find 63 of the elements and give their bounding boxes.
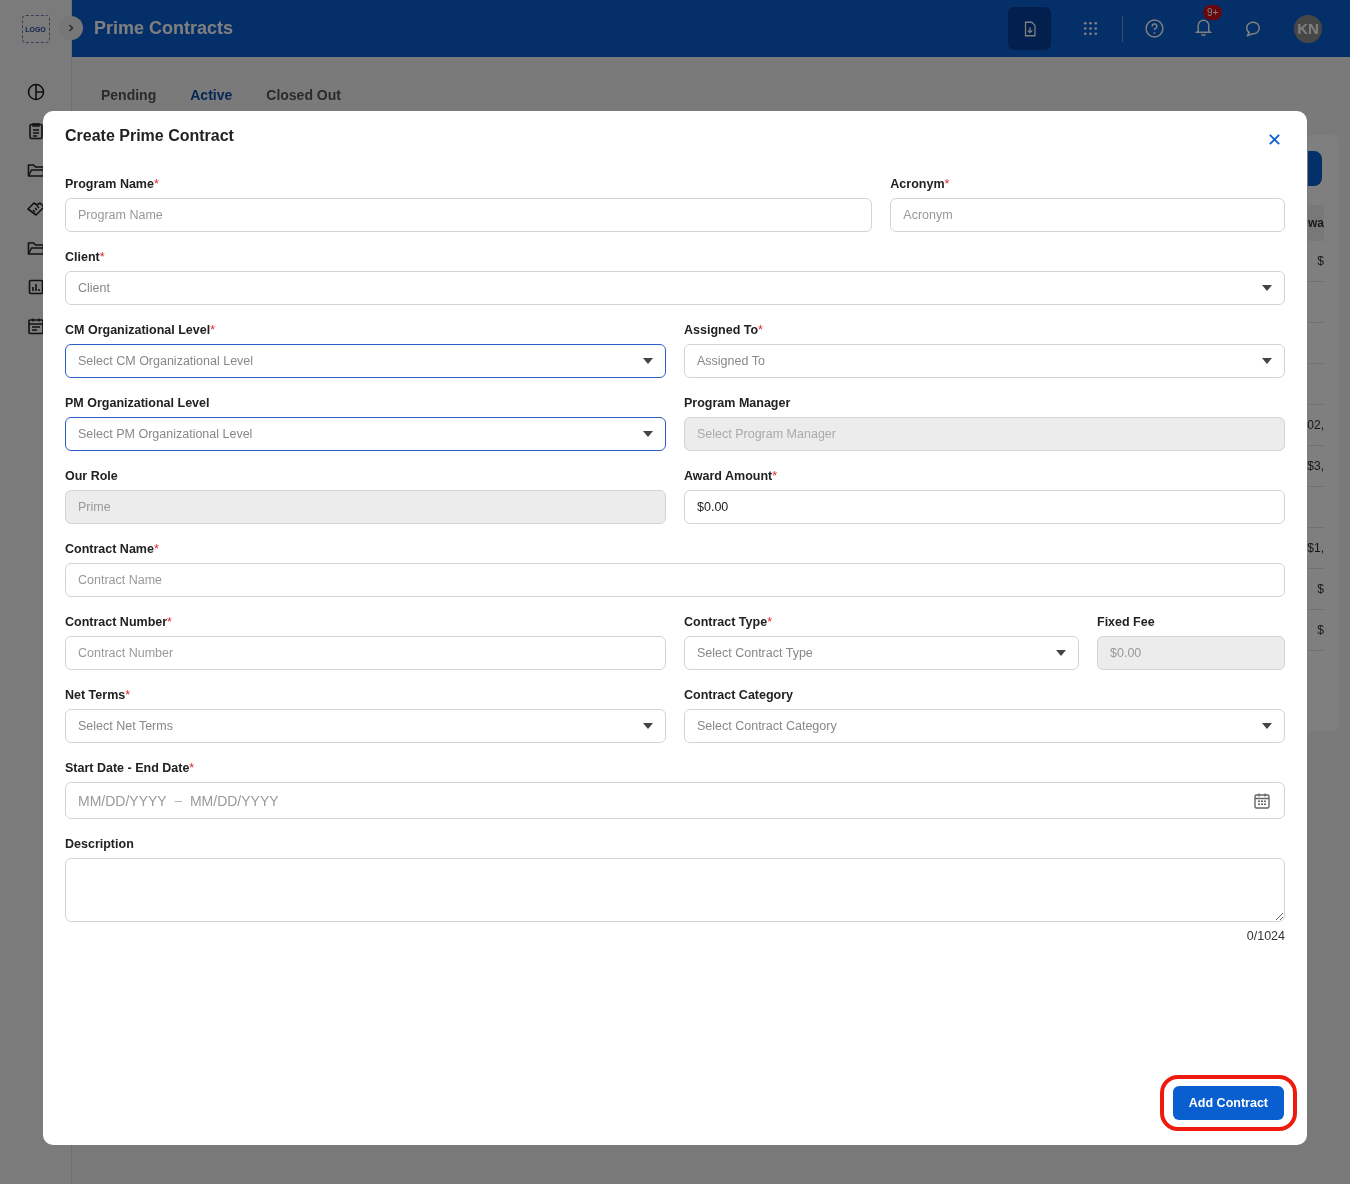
field-label: Program Manager	[684, 396, 792, 411]
table-cell: $1,	[1307, 541, 1324, 555]
input-field[interactable]: Contract Number	[65, 636, 666, 670]
table-header: wa	[1308, 205, 1324, 241]
input-field[interactable]: $0.00	[684, 490, 1285, 524]
dropdown-field[interactable]: Select PM Organizational Level	[65, 417, 666, 451]
dropdown-field[interactable]: Assigned To	[684, 344, 1285, 378]
field-label: CM Organizational Level*	[65, 323, 217, 338]
add-contract-button[interactable]: Add Contract	[1172, 1086, 1284, 1120]
field-label: Contract Category	[684, 688, 795, 703]
description-field[interactable]	[65, 858, 1285, 922]
calendar-icon[interactable]	[25, 316, 46, 336]
field-label: Contract Number*	[65, 615, 173, 630]
bell-icon[interactable]	[1193, 16, 1214, 37]
dropdown-field[interactable]: Select Contract Category	[684, 709, 1285, 743]
field-label: Fixed Fee	[1097, 615, 1156, 630]
table-cell: $3,	[1307, 459, 1324, 473]
tab[interactable]: Pending	[101, 87, 157, 103]
input-field[interactable]: Program Name	[65, 198, 873, 232]
handshake-icon[interactable]	[25, 199, 46, 219]
dropdown-field[interactable]: Select CM Organizational Level	[65, 344, 666, 378]
field-label: Our Role	[65, 469, 119, 484]
action-button[interactable]	[1308, 151, 1322, 186]
table-cell: $	[1317, 582, 1324, 596]
input-field[interactable]: Acronym	[890, 198, 1285, 232]
field-label: Start Date - End Date*	[65, 761, 196, 776]
close-icon[interactable]	[1268, 132, 1281, 146]
notification-badge: 9+	[1203, 5, 1223, 20]
field-label: Award Amount*	[684, 469, 779, 484]
expand-button[interactable]	[59, 16, 83, 40]
field-label: Net Terms*	[65, 688, 132, 703]
pie-chart-icon[interactable]	[25, 82, 46, 102]
caret-icon	[1262, 358, 1272, 364]
dropdown-field[interactable]: Client	[65, 271, 1285, 305]
table-cell: $	[1317, 623, 1324, 637]
page-title: Prime Contracts	[94, 18, 234, 39]
field-label: Contract Type*	[684, 615, 773, 630]
field-label: Description	[65, 837, 135, 852]
date-range-field[interactable]: MM/DD/YYYY – MM/DD/YYYY	[65, 782, 1285, 819]
dropdown-field[interactable]: Select Net Terms	[65, 709, 666, 743]
tab[interactable]: Closed Out	[266, 87, 341, 103]
input-field[interactable]: Contract Name	[65, 563, 1285, 597]
chevron-right-icon	[66, 23, 76, 33]
field-label: Client*	[65, 250, 106, 265]
caret-icon	[643, 723, 653, 729]
field-label: Acronym*	[890, 177, 951, 192]
caret-icon	[1262, 285, 1272, 291]
character-counter: 0/1024	[1246, 929, 1285, 943]
caret-icon	[1262, 723, 1272, 729]
tab[interactable]: Active	[190, 87, 233, 103]
table-cell: 02,	[1307, 418, 1324, 432]
field-label: Contract Name*	[65, 542, 160, 557]
dropdown-field[interactable]: Select Contract Type	[684, 636, 1079, 670]
caret-icon	[643, 431, 653, 437]
caret-icon	[1056, 650, 1066, 656]
download-button[interactable]	[1008, 7, 1051, 50]
help-icon[interactable]	[1144, 18, 1165, 39]
dialog-title: Create Prime Contract	[65, 127, 234, 145]
field-label: PM Organizational Level	[65, 396, 211, 411]
field-label: Assigned To*	[684, 323, 764, 338]
table-cell: $	[1317, 254, 1324, 268]
caret-icon	[643, 358, 653, 364]
field-label: Program Name*	[65, 177, 160, 192]
